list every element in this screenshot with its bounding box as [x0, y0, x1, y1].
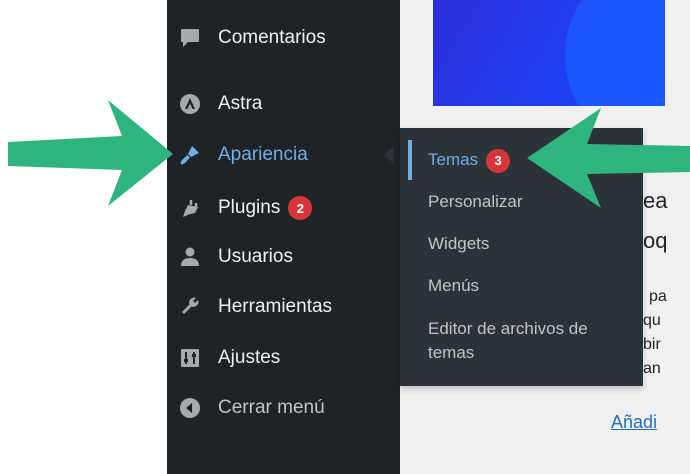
background-text-fragment: oq	[643, 228, 668, 253]
sidebar-item-plugins[interactable]: Plugins 2	[167, 188, 400, 228]
sliders-icon	[177, 345, 203, 371]
sidebar-item-label: Ajustes	[218, 347, 281, 368]
current-item-indicator	[408, 140, 412, 180]
sidebar-item-label: Plugins 2	[218, 196, 313, 220]
submenu-item-temas[interactable]: Temas 3	[428, 148, 511, 173]
background-text-fragment: pa	[649, 288, 667, 305]
left-pointer-arrow	[8, 100, 173, 206]
sidebar-item-comentarios[interactable]: Comentarios	[167, 18, 400, 58]
background-text-fragment: bir	[643, 336, 661, 353]
sidebar-item-label: Usuarios	[218, 246, 293, 267]
background-text-fragment: an	[643, 360, 661, 377]
themes-update-badge: 3	[486, 148, 511, 173]
plug-icon	[177, 195, 203, 221]
sidebar-item-label: Astra	[218, 93, 263, 114]
submenu-item-menus[interactable]: Menús	[428, 274, 479, 298]
collapse-menu-button[interactable]: Cerrar menú	[167, 388, 400, 428]
wrench-icon	[177, 294, 203, 320]
sidebar-item-label: Herramientas	[218, 296, 333, 317]
right-pointer-arrow	[527, 108, 690, 208]
submenu-pointer	[384, 146, 394, 164]
submenu-item-editor-temas[interactable]: Editor de archivos de temas	[428, 317, 628, 365]
sidebar-item-label: Comentarios	[218, 27, 326, 48]
sidebar-item-herramientas[interactable]: Herramientas	[167, 287, 400, 327]
astra-icon	[177, 91, 203, 117]
submenu-item-personalizar[interactable]: Personalizar	[428, 190, 523, 214]
submenu-item-widgets[interactable]: Widgets	[428, 232, 489, 256]
user-icon	[177, 244, 203, 270]
plugins-update-badge: 2	[288, 196, 313, 220]
add-link[interactable]: Añadi	[611, 412, 657, 433]
background-text-fragment: qu	[643, 312, 661, 329]
collapse-icon	[177, 395, 203, 421]
paintbrush-icon	[177, 142, 203, 168]
comment-icon	[177, 25, 203, 51]
sidebar-item-label: Cerrar menú	[218, 397, 325, 418]
theme-preview-image	[433, 0, 665, 106]
sidebar-item-ajustes[interactable]: Ajustes	[167, 338, 400, 378]
admin-sidebar: Comentarios Astra Apariencia Plugins 2 Us	[167, 0, 400, 474]
sidebar-item-apariencia[interactable]: Apariencia	[167, 135, 400, 175]
sidebar-item-astra[interactable]: Astra	[167, 84, 400, 124]
sidebar-item-usuarios[interactable]: Usuarios	[167, 237, 400, 277]
screenshot-stage: ea oq pa qu bir an Añadi Comentarios Ast…	[0, 0, 690, 474]
sidebar-item-label: Apariencia	[218, 144, 308, 165]
